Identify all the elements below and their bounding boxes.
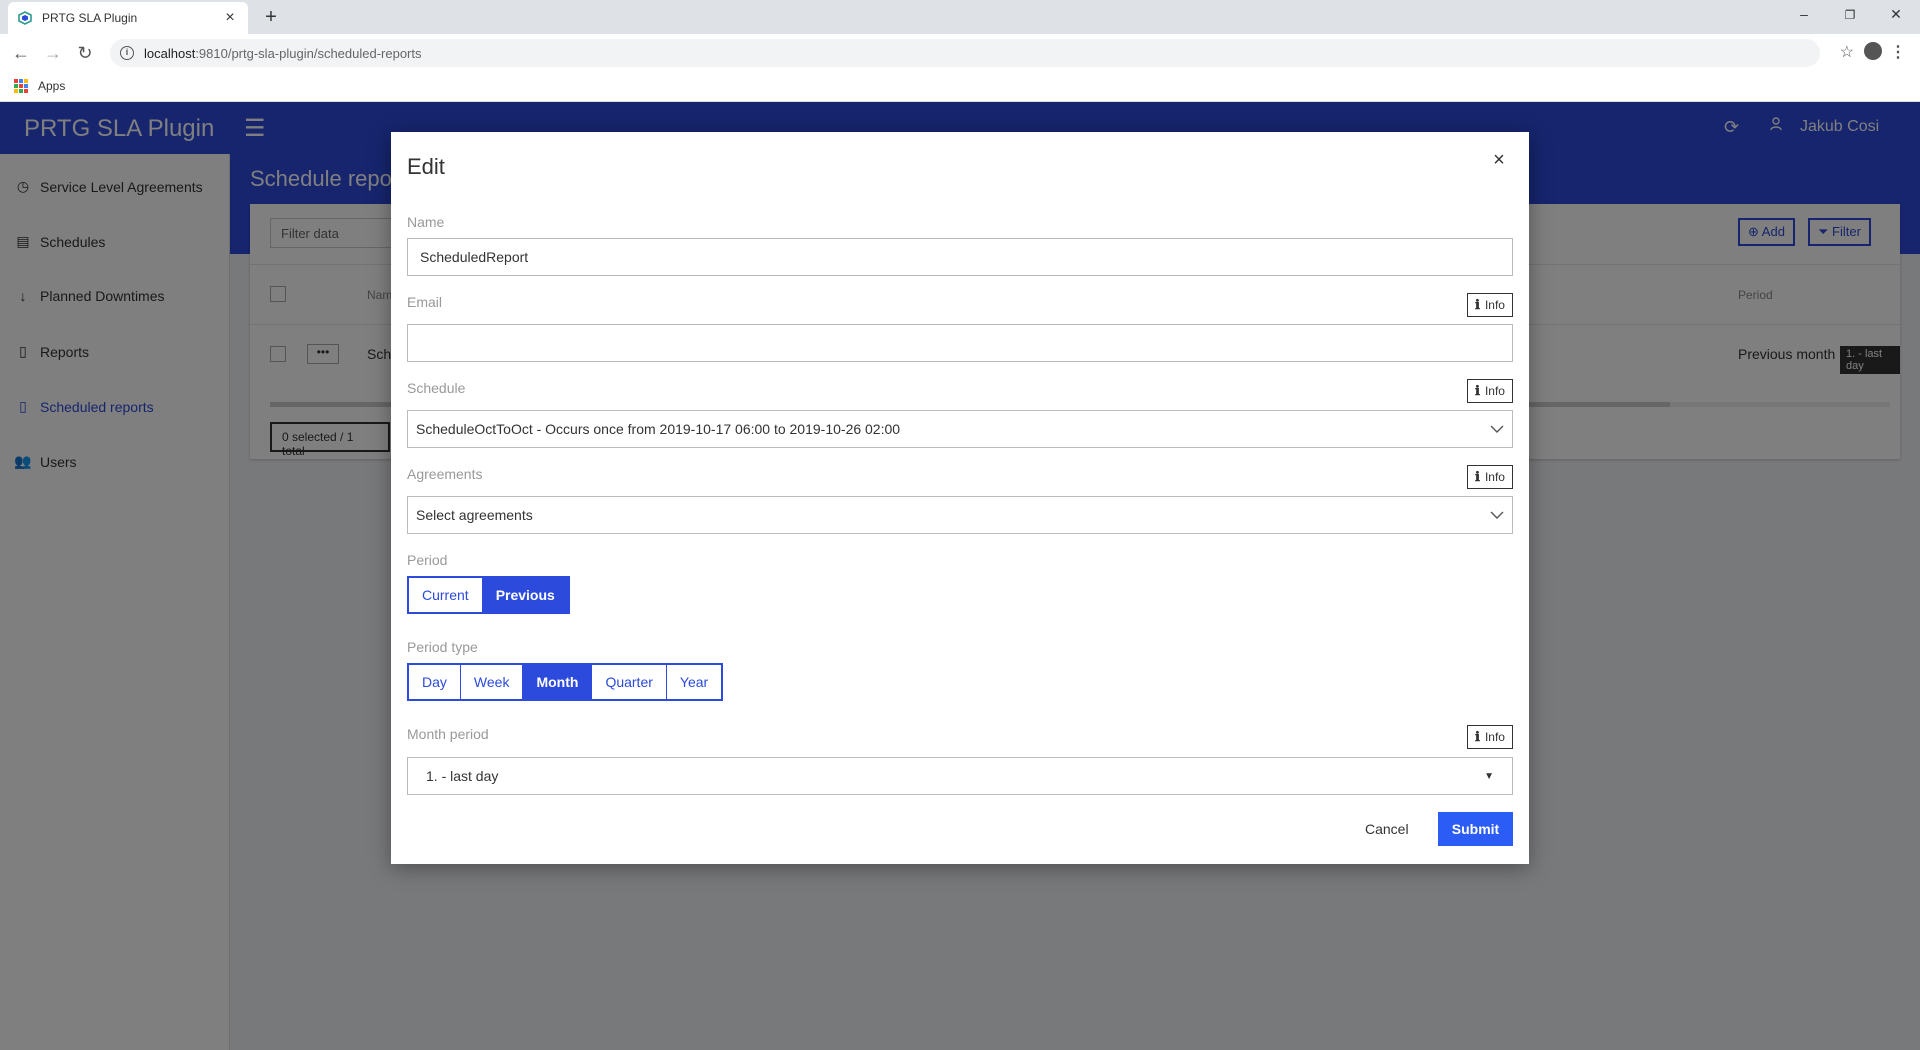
url-text: localhost:9810/prtg-sla-plugin/scheduled… bbox=[144, 45, 422, 61]
apps-bookmark-label[interactable]: Apps bbox=[38, 79, 65, 93]
info-icon: ℹ bbox=[1475, 383, 1480, 398]
new-tab-button[interactable]: + bbox=[260, 6, 282, 28]
chevron-down-icon bbox=[1490, 511, 1504, 519]
reload-icon[interactable]: ↻ bbox=[74, 42, 96, 64]
site-info-icon[interactable]: i bbox=[120, 46, 134, 60]
month-period-selected-value: 1. - last day bbox=[426, 768, 499, 784]
name-input[interactable] bbox=[407, 238, 1513, 276]
back-arrow-icon[interactable]: ← bbox=[10, 42, 32, 64]
edit-modal: Edit × Name Email ℹInfo Schedule ℹInfo S… bbox=[391, 132, 1529, 864]
window-close-icon[interactable]: ✕ bbox=[1886, 6, 1906, 23]
period-type-toggle-group: Day Week Month Quarter Year bbox=[407, 663, 724, 701]
modal-title: Edit bbox=[407, 154, 445, 179]
window-minimize-icon[interactable]: – bbox=[1794, 6, 1814, 22]
info-icon: ℹ bbox=[1475, 469, 1480, 484]
email-label: Email bbox=[407, 294, 443, 310]
email-input[interactable] bbox=[407, 324, 1513, 362]
bookmark-star-icon[interactable]: ☆ bbox=[1840, 42, 1854, 62]
cancel-button[interactable]: Cancel bbox=[1359, 812, 1415, 846]
name-label: Name bbox=[407, 214, 445, 230]
schedule-select[interactable]: ScheduleOctToOct - Occurs once from 2019… bbox=[407, 410, 1513, 448]
month-period-select[interactable]: 1. - last day ▼ bbox=[407, 757, 1513, 795]
agreements-info-button[interactable]: ℹ Info bbox=[1467, 465, 1513, 489]
month-period-label: Month period bbox=[407, 726, 489, 742]
info-icon: ℹ bbox=[1475, 297, 1480, 312]
browser-tabstrip: PRTG SLA Plugin × + – ❐ ✕ bbox=[0, 0, 1920, 34]
period-type-option-year[interactable]: Year bbox=[666, 665, 722, 699]
browser-tab-title: PRTG SLA Plugin bbox=[42, 11, 138, 25]
period-type-option-quarter[interactable]: Quarter bbox=[592, 665, 667, 699]
bookmarks-bar: Apps bbox=[0, 70, 1920, 102]
month-period-info-button[interactable]: ℹ Info bbox=[1467, 725, 1513, 749]
period-type-option-day[interactable]: Day bbox=[409, 665, 461, 699]
apps-grid-icon[interactable] bbox=[14, 78, 28, 93]
period-option-previous[interactable]: Previous bbox=[482, 578, 568, 612]
tab-close-icon[interactable]: × bbox=[222, 10, 238, 26]
period-label: Period bbox=[407, 552, 448, 568]
period-toggle-group: Current Previous bbox=[407, 576, 570, 614]
agreements-select[interactable]: Select agreements bbox=[407, 496, 1513, 534]
submit-button[interactable]: Submit bbox=[1438, 812, 1513, 846]
browser-toolbar: ← → ↻ i localhost:9810/prtg-sla-plugin/s… bbox=[0, 34, 1920, 70]
address-bar[interactable]: i localhost:9810/prtg-sla-plugin/schedul… bbox=[110, 39, 1820, 67]
schedule-label: Schedule bbox=[407, 380, 466, 396]
period-option-current[interactable]: Current bbox=[409, 578, 483, 612]
schedule-selected-value: ScheduleOctToOct - Occurs once from 2019… bbox=[416, 421, 901, 437]
agreements-label: Agreements bbox=[407, 466, 483, 482]
profile-avatar-icon[interactable] bbox=[1864, 42, 1882, 60]
agreements-placeholder: Select agreements bbox=[416, 507, 533, 523]
schedule-info-button[interactable]: ℹ Info bbox=[1467, 379, 1513, 403]
period-type-option-week[interactable]: Week bbox=[460, 665, 524, 699]
email-info-button[interactable]: ℹ Info bbox=[1467, 293, 1513, 317]
info-icon: ℹ bbox=[1475, 729, 1480, 744]
period-type-option-month[interactable]: Month bbox=[523, 665, 593, 699]
period-type-label: Period type bbox=[407, 639, 478, 655]
caret-down-icon: ▼ bbox=[1484, 770, 1494, 782]
browser-menu-icon[interactable]: ⋮ bbox=[1890, 42, 1906, 62]
prtg-favicon-icon bbox=[18, 11, 32, 25]
chevron-down-icon bbox=[1490, 425, 1504, 433]
forward-arrow-icon[interactable]: → bbox=[42, 42, 64, 64]
window-restore-icon[interactable]: ❐ bbox=[1840, 8, 1860, 22]
browser-tab[interactable]: PRTG SLA Plugin × bbox=[8, 2, 248, 34]
close-icon[interactable]: × bbox=[1489, 150, 1509, 170]
